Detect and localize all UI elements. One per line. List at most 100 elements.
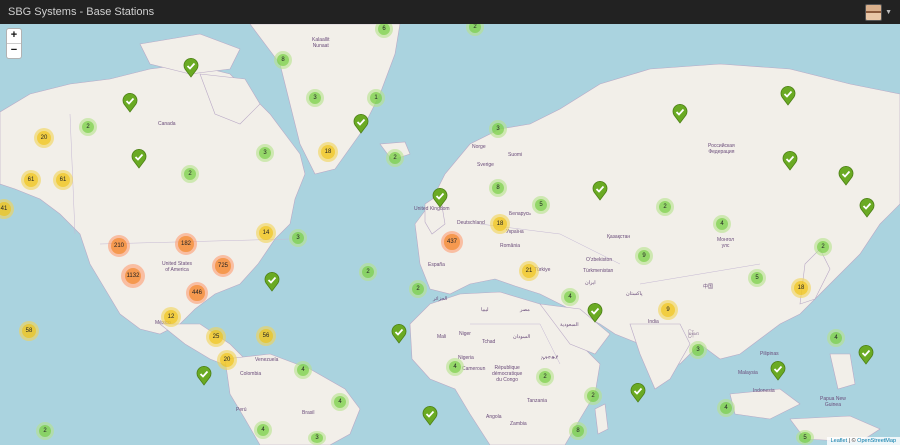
cluster-count: 3 [691,343,705,357]
marker-cluster[interactable]: 2 [386,149,404,167]
base-station-pin-icon[interactable] [859,198,875,218]
cluster-count: 3 [491,122,505,136]
marker-cluster[interactable]: 5 [748,269,766,287]
marker-cluster[interactable]: 12 [161,307,181,327]
cluster-count: 5 [534,198,548,212]
label-saudi: السعودية [560,322,579,328]
marker-cluster[interactable]: 725 [212,255,234,277]
zoom-out-button[interactable]: − [7,43,21,58]
marker-cluster[interactable]: 9 [658,300,678,320]
marker-cluster[interactable]: 4 [827,329,845,347]
marker-cluster[interactable]: 4 [331,393,349,411]
marker-cluster[interactable]: 2 [36,422,54,440]
marker-cluster[interactable]: 4 [717,399,735,417]
base-station-pin-icon[interactable] [422,406,438,426]
base-station-pin-icon[interactable] [183,58,199,78]
base-station-pin-icon[interactable] [672,104,688,124]
marker-cluster[interactable]: 2 [181,165,199,183]
marker-cluster[interactable]: 4 [446,358,464,376]
marker-cluster[interactable]: 5 [796,430,814,445]
marker-cluster[interactable]: 4 [254,421,272,439]
base-station-pin-icon[interactable] [353,114,369,134]
marker-cluster[interactable]: 61 [21,170,41,190]
marker-cluster[interactable]: 20 [217,350,237,370]
marker-cluster[interactable]: 3 [689,341,707,359]
marker-cluster[interactable]: 2 [409,280,427,298]
base-station-pin-icon[interactable] [122,93,138,113]
base-station-pin-icon[interactable] [592,181,608,201]
marker-cluster[interactable]: 5 [532,196,550,214]
marker-cluster[interactable]: 182 [175,233,197,255]
user-menu[interactable]: ▼ [865,3,892,21]
label-myanmar: မြန်မာ [688,331,700,337]
zoom-in-button[interactable]: + [7,29,21,43]
marker-cluster[interactable]: 3 [256,144,274,162]
cluster-count: 182 [178,236,194,252]
cluster-count: 56 [259,329,273,343]
marker-cluster[interactable]: 18 [791,278,811,298]
marker-cluster[interactable]: 3 [289,229,307,247]
marker-cluster[interactable]: 14 [256,223,276,243]
marker-cluster[interactable]: 18 [490,214,510,234]
marker-cluster[interactable]: 3 [308,431,326,445]
base-station-pin-icon[interactable] [782,151,798,171]
base-station-pin-icon[interactable] [770,361,786,381]
marker-cluster[interactable]: 2 [656,198,674,216]
label-kalaallit: Kalaallit Nunaat [312,37,330,49]
marker-cluster[interactable]: 2 [814,238,832,256]
cluster-count: 2 [183,167,197,181]
marker-cluster[interactable]: 2 [79,118,97,136]
label-indonesia: Indonesia [753,388,775,394]
base-station-pin-icon[interactable] [587,303,603,323]
marker-cluster[interactable]: 3 [306,89,324,107]
cluster-count: 4 [448,360,462,374]
marker-cluster[interactable]: 3 [489,120,507,138]
base-station-pin-icon[interactable] [838,166,854,186]
cluster-count: 2 [38,424,52,438]
marker-cluster[interactable]: 9 [635,247,653,265]
marker-cluster[interactable]: 1 [367,89,385,107]
base-station-pin-icon[interactable] [131,149,147,169]
base-station-pin-icon[interactable] [196,366,212,386]
marker-cluster[interactable]: 58 [19,321,39,341]
base-station-pin-icon[interactable] [858,345,874,365]
base-station-pin-icon[interactable] [630,383,646,403]
marker-cluster[interactable]: 2 [536,368,554,386]
marker-cluster[interactable]: 4 [561,288,579,306]
marker-cluster[interactable]: 4 [713,215,731,233]
cluster-count: 12 [164,310,178,324]
marker-cluster[interactable]: 437 [441,231,463,253]
cluster-count: 58 [22,324,36,338]
cluster-count: 2 [388,151,402,165]
marker-cluster[interactable]: 446 [186,282,208,304]
cluster-count: 8 [491,181,505,195]
marker-cluster[interactable]: 4 [294,361,312,379]
marker-cluster[interactable]: 2 [584,387,602,405]
marker-cluster[interactable]: 61 [53,170,73,190]
marker-cluster[interactable]: 8 [569,422,587,440]
cluster-count: 1 [369,91,383,105]
base-station-pin-icon[interactable] [780,86,796,106]
user-avatar-icon[interactable] [865,3,883,21]
marker-cluster[interactable]: 1132 [121,264,145,288]
cluster-count: 210 [111,238,127,254]
marker-cluster[interactable]: 18 [318,142,338,162]
leaflet-link[interactable]: Leaflet [831,438,848,444]
marker-cluster[interactable]: 56 [256,326,276,346]
cluster-count: 2 [81,120,95,134]
marker-cluster[interactable]: 8 [274,51,292,69]
base-station-pin-icon[interactable] [391,324,407,344]
marker-cluster[interactable]: 2 [359,263,377,281]
base-station-pin-icon[interactable] [432,188,448,208]
marker-cluster[interactable]: 20 [34,128,54,148]
label-algerie: الجزائر [433,296,448,302]
marker-cluster[interactable]: 21 [519,261,539,281]
openstreetmap-link[interactable]: OpenStreetMap [857,438,896,444]
marker-cluster[interactable]: 25 [206,327,226,347]
cluster-count: 20 [37,131,51,145]
base-station-pin-icon[interactable] [264,272,280,292]
caret-down-icon[interactable]: ▼ [885,9,892,16]
marker-cluster[interactable]: 210 [108,235,130,257]
cluster-count: 8 [571,424,585,438]
marker-cluster[interactable]: 8 [489,179,507,197]
